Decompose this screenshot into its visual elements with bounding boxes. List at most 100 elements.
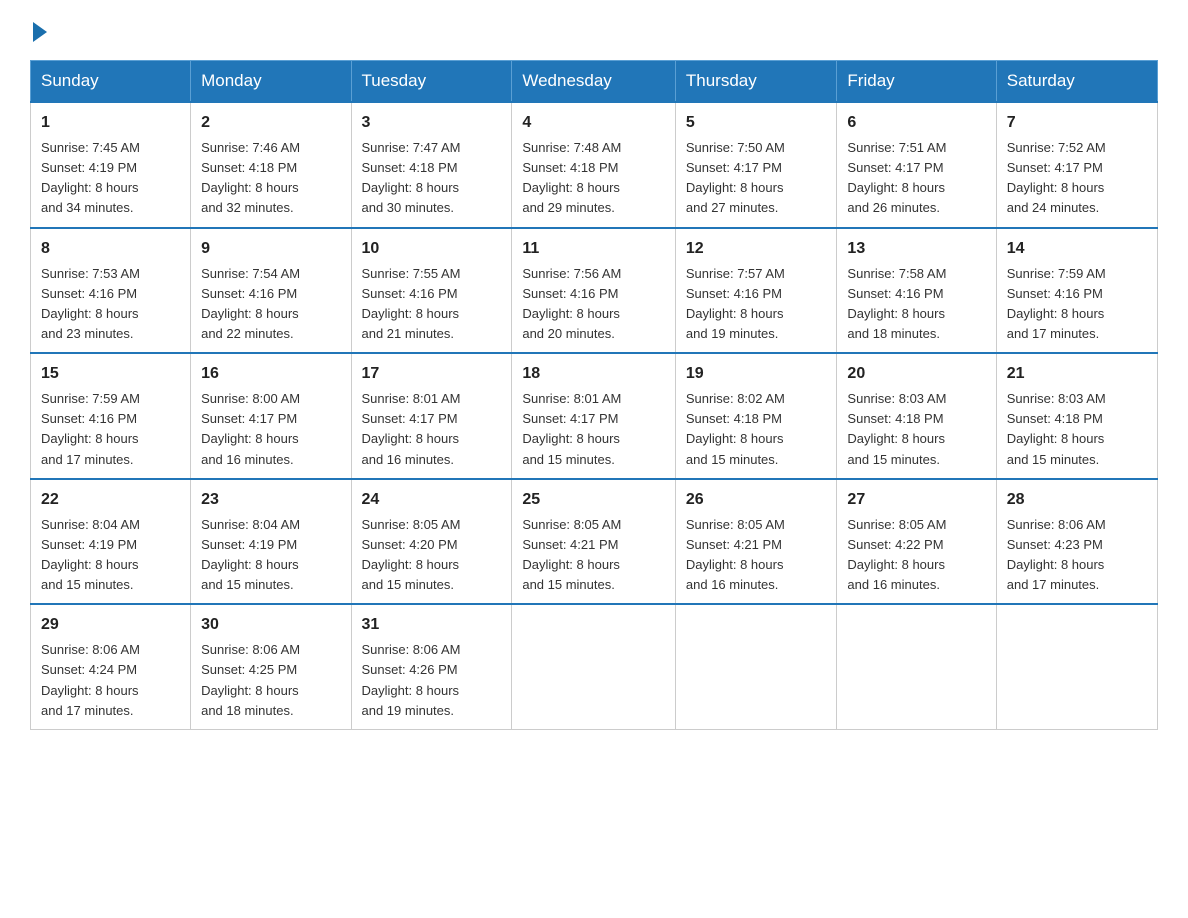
day-info: Sunrise: 7:50 AMSunset: 4:17 PMDaylight:… (686, 138, 827, 219)
day-info: Sunrise: 7:58 AMSunset: 4:16 PMDaylight:… (847, 264, 985, 345)
weekday-header-sunday: Sunday (31, 61, 191, 103)
calendar-day-cell: 5 Sunrise: 7:50 AMSunset: 4:17 PMDaylight… (675, 102, 837, 228)
day-info: Sunrise: 7:51 AMSunset: 4:17 PMDaylight:… (847, 138, 985, 219)
calendar-day-cell: 15 Sunrise: 7:59 AMSunset: 4:16 PMDayligh… (31, 353, 191, 479)
day-number: 5 (686, 111, 827, 135)
calendar-day-cell: 31 Sunrise: 8:06 AMSunset: 4:26 PMDayligh… (351, 604, 512, 729)
day-number: 28 (1007, 488, 1147, 512)
calendar-day-cell: 6 Sunrise: 7:51 AMSunset: 4:17 PMDaylight… (837, 102, 996, 228)
day-number: 23 (201, 488, 340, 512)
logo-arrow-icon (33, 22, 47, 42)
calendar-day-cell: 1 Sunrise: 7:45 AMSunset: 4:19 PMDaylight… (31, 102, 191, 228)
calendar-day-cell: 13 Sunrise: 7:58 AMSunset: 4:16 PMDayligh… (837, 228, 996, 354)
calendar-day-cell: 12 Sunrise: 7:57 AMSunset: 4:16 PMDayligh… (675, 228, 837, 354)
calendar-day-cell: 18Sunrise: 8:01 AMSunset: 4:17 PMDayligh… (512, 353, 676, 479)
calendar-week-row: 1 Sunrise: 7:45 AMSunset: 4:19 PMDaylight… (31, 102, 1158, 228)
calendar-day-cell (512, 604, 676, 729)
calendar-day-cell (837, 604, 996, 729)
day-info: Sunrise: 7:56 AMSunset: 4:16 PMDaylight:… (522, 264, 665, 345)
day-number: 19 (686, 362, 827, 386)
day-info: Sunrise: 8:05 AMSunset: 4:21 PMDaylight:… (686, 515, 827, 596)
day-info: Sunrise: 8:05 AMSunset: 4:20 PMDaylight:… (362, 515, 502, 596)
day-number: 6 (847, 111, 985, 135)
day-number: 9 (201, 237, 340, 261)
weekday-header-tuesday: Tuesday (351, 61, 512, 103)
day-number: 22 (41, 488, 180, 512)
day-info: Sunrise: 8:01 AMSunset: 4:17 PMDaylight:… (362, 389, 502, 470)
calendar-week-row: 29 Sunrise: 8:06 AMSunset: 4:24 PMDayligh… (31, 604, 1158, 729)
day-info: Sunrise: 7:46 AMSunset: 4:18 PMDaylight:… (201, 138, 340, 219)
day-number: 4 (522, 111, 665, 135)
weekday-header-saturday: Saturday (996, 61, 1157, 103)
day-number: 15 (41, 362, 180, 386)
day-info: Sunrise: 8:03 AMSunset: 4:18 PMDaylight:… (1007, 389, 1147, 470)
day-number: 13 (847, 237, 985, 261)
calendar-day-cell: 14 Sunrise: 7:59 AMSunset: 4:16 PMDayligh… (996, 228, 1157, 354)
day-number: 21 (1007, 362, 1147, 386)
weekday-header-wednesday: Wednesday (512, 61, 676, 103)
calendar-day-cell: 29 Sunrise: 8:06 AMSunset: 4:24 PMDayligh… (31, 604, 191, 729)
calendar-day-cell (996, 604, 1157, 729)
calendar-day-cell: 21 Sunrise: 8:03 AMSunset: 4:18 PMDayligh… (996, 353, 1157, 479)
day-number: 2 (201, 111, 340, 135)
day-info: Sunrise: 7:57 AMSunset: 4:16 PMDaylight:… (686, 264, 827, 345)
day-number: 29 (41, 613, 180, 637)
calendar-body: 1 Sunrise: 7:45 AMSunset: 4:19 PMDaylight… (31, 102, 1158, 729)
calendar-day-cell: 22 Sunrise: 8:04 AMSunset: 4:19 PMDayligh… (31, 479, 191, 605)
weekday-header-friday: Friday (837, 61, 996, 103)
day-info: Sunrise: 7:55 AMSunset: 4:16 PMDaylight:… (362, 264, 502, 345)
calendar-day-cell: 28Sunrise: 8:06 AMSunset: 4:23 PMDayligh… (996, 479, 1157, 605)
day-info: Sunrise: 8:05 AMSunset: 4:21 PMDaylight:… (522, 515, 665, 596)
day-info: Sunrise: 8:03 AMSunset: 4:18 PMDaylight:… (847, 389, 985, 470)
calendar-day-cell: 23 Sunrise: 8:04 AMSunset: 4:19 PMDayligh… (191, 479, 351, 605)
calendar-week-row: 22 Sunrise: 8:04 AMSunset: 4:19 PMDayligh… (31, 479, 1158, 605)
page-header (30, 20, 1158, 40)
weekday-row: SundayMondayTuesdayWednesdayThursdayFrid… (31, 61, 1158, 103)
day-number: 11 (522, 237, 665, 261)
day-number: 20 (847, 362, 985, 386)
day-info: Sunrise: 7:59 AMSunset: 4:16 PMDaylight:… (1007, 264, 1147, 345)
calendar-day-cell: 24 Sunrise: 8:05 AMSunset: 4:20 PMDayligh… (351, 479, 512, 605)
weekday-header-monday: Monday (191, 61, 351, 103)
calendar-day-cell: 11 Sunrise: 7:56 AMSunset: 4:16 PMDayligh… (512, 228, 676, 354)
day-number: 25 (522, 488, 665, 512)
day-number: 7 (1007, 111, 1147, 135)
day-info: Sunrise: 8:04 AMSunset: 4:19 PMDaylight:… (41, 515, 180, 596)
calendar-day-cell: 10Sunrise: 7:55 AMSunset: 4:16 PMDayligh… (351, 228, 512, 354)
day-number: 8 (41, 237, 180, 261)
day-number: 3 (362, 111, 502, 135)
calendar-week-row: 8 Sunrise: 7:53 AMSunset: 4:16 PMDaylight… (31, 228, 1158, 354)
day-info: Sunrise: 8:00 AMSunset: 4:17 PMDaylight:… (201, 389, 340, 470)
day-number: 30 (201, 613, 340, 637)
day-info: Sunrise: 7:59 AMSunset: 4:16 PMDaylight:… (41, 389, 180, 470)
day-number: 12 (686, 237, 827, 261)
day-info: Sunrise: 8:04 AMSunset: 4:19 PMDaylight:… (201, 515, 340, 596)
day-info: Sunrise: 8:06 AMSunset: 4:26 PMDaylight:… (362, 640, 502, 721)
day-info: Sunrise: 7:54 AMSunset: 4:16 PMDaylight:… (201, 264, 340, 345)
day-number: 26 (686, 488, 827, 512)
day-number: 17 (362, 362, 502, 386)
day-info: Sunrise: 8:06 AMSunset: 4:25 PMDaylight:… (201, 640, 340, 721)
day-number: 1 (41, 111, 180, 135)
calendar-day-cell: 4Sunrise: 7:48 AMSunset: 4:18 PMDaylight… (512, 102, 676, 228)
day-number: 31 (362, 613, 502, 637)
calendar-day-cell: 7 Sunrise: 7:52 AMSunset: 4:17 PMDaylight… (996, 102, 1157, 228)
logo (30, 20, 47, 40)
day-info: Sunrise: 8:01 AMSunset: 4:17 PMDaylight:… (522, 389, 665, 470)
calendar-day-cell: 30 Sunrise: 8:06 AMSunset: 4:25 PMDayligh… (191, 604, 351, 729)
calendar-day-cell: 9 Sunrise: 7:54 AMSunset: 4:16 PMDaylight… (191, 228, 351, 354)
calendar-week-row: 15 Sunrise: 7:59 AMSunset: 4:16 PMDayligh… (31, 353, 1158, 479)
day-info: Sunrise: 8:02 AMSunset: 4:18 PMDaylight:… (686, 389, 827, 470)
day-number: 27 (847, 488, 985, 512)
day-info: Sunrise: 7:53 AMSunset: 4:16 PMDaylight:… (41, 264, 180, 345)
calendar-day-cell: 3Sunrise: 7:47 AMSunset: 4:18 PMDaylight… (351, 102, 512, 228)
day-number: 24 (362, 488, 502, 512)
day-number: 14 (1007, 237, 1147, 261)
calendar-day-cell (675, 604, 837, 729)
calendar-day-cell: 19 Sunrise: 8:02 AMSunset: 4:18 PMDayligh… (675, 353, 837, 479)
day-info: Sunrise: 8:05 AMSunset: 4:22 PMDaylight:… (847, 515, 985, 596)
day-info: Sunrise: 7:45 AMSunset: 4:19 PMDaylight:… (41, 138, 180, 219)
calendar-day-cell: 2 Sunrise: 7:46 AMSunset: 4:18 PMDaylight… (191, 102, 351, 228)
day-info: Sunrise: 7:52 AMSunset: 4:17 PMDaylight:… (1007, 138, 1147, 219)
day-info: Sunrise: 8:06 AMSunset: 4:24 PMDaylight:… (41, 640, 180, 721)
